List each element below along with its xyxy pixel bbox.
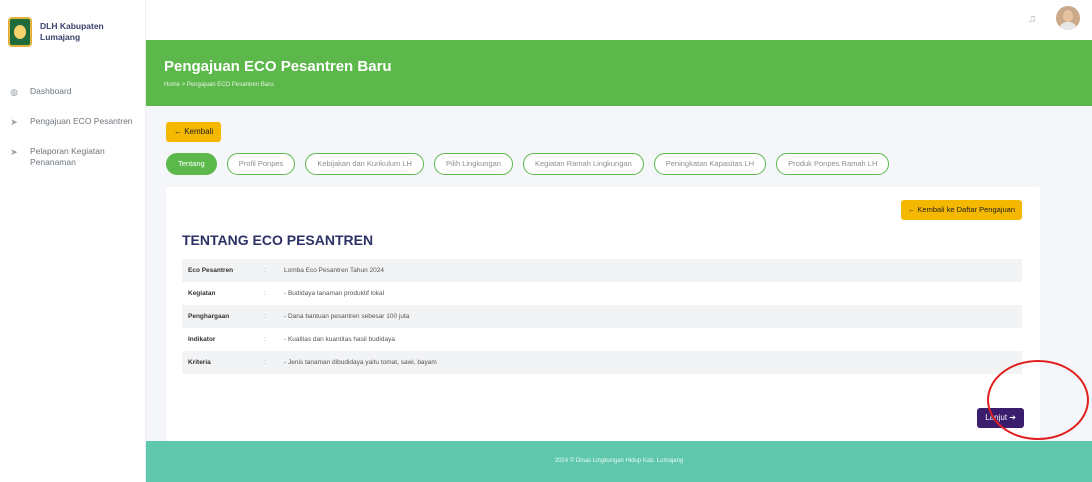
sidebar-nav: ◍ Dashboard ➤ Pengajuan ECO Pesantren ➤ …: [0, 80, 145, 174]
content-card: ← Kembali ke Daftar Pengajuan TENTANG EC…: [166, 187, 1040, 441]
row-separator: :: [264, 359, 266, 366]
sidebar-item-pengajuan[interactable]: ➤ Pengajuan ECO Pesantren: [0, 110, 145, 134]
tab-pilih-lingkungan[interactable]: Pilih Lingkungan: [433, 153, 513, 175]
send-icon: ➤: [10, 117, 18, 127]
sidebar-item-dashboard[interactable]: ◍ Dashboard: [0, 80, 145, 104]
logo-icon: [8, 17, 32, 47]
brand[interactable]: DLH Kabupaten Lumajang: [0, 0, 145, 56]
tab-kegiatan-ramah-lingkungan[interactable]: Kegiatan Ramah Lingkungan: [523, 153, 644, 175]
highlight-circle: [987, 360, 1089, 440]
page-title: Pengajuan ECO Pesantren Baru: [164, 58, 392, 75]
table-row: Eco Pesantren : Lomba Eco Pesantren Tahu…: [182, 259, 1022, 282]
row-label: Eco Pesantren: [188, 267, 234, 274]
row-label: Kriteria: [188, 359, 211, 366]
brand-name: DLH Kabupaten Lumajang: [40, 21, 104, 43]
brand-line-1: DLH Kabupaten: [40, 21, 104, 31]
back-to-list-button[interactable]: ← Kembali ke Daftar Pengajuan: [900, 200, 1022, 220]
table-row: Penghargaan : - Dana bantuan pesantren s…: [182, 305, 1022, 328]
row-separator: :: [264, 267, 266, 274]
row-value: Lomba Eco Pesantren Tahun 2024: [284, 267, 384, 274]
sidebar-item-pelaporan[interactable]: ➤ Pelaporan Kegiatan Penanaman: [0, 140, 145, 174]
dashboard-icon: ◍: [10, 87, 18, 97]
sidebar-item-label: Dashboard: [30, 86, 72, 96]
table-row: Indikator : - Kualitas dan kuantitas has…: [182, 328, 1022, 351]
tab-produk-ponpes[interactable]: Produk Ponpes Ramah LH: [776, 153, 890, 175]
sidebar-item-label: Pelaporan Kegiatan Penanaman: [30, 146, 105, 167]
tab-bar: Tentang Profil Ponpes Kebijakan dan Kuri…: [166, 153, 899, 175]
row-label: Kegiatan: [188, 290, 216, 297]
footer: 2024 © Dinas Lingkungan Hidup Kab. Lumaj…: [146, 441, 1092, 482]
tab-profil-ponpes[interactable]: Profil Ponpes: [226, 153, 296, 175]
back-button[interactable]: ← Kembali: [166, 122, 222, 142]
table-row: Kegiatan : - Budidaya tanaman produktif …: [182, 282, 1022, 305]
row-value: - Jenis tanaman dibudidaya yaitu tomat, …: [284, 359, 437, 366]
info-table: Eco Pesantren : Lomba Eco Pesantren Tahu…: [182, 259, 1022, 374]
row-value: - Budidaya tanaman produktif lokal: [284, 290, 385, 297]
avatar[interactable]: [1056, 6, 1080, 30]
row-value: - Dana bantuan pesantren sebesar 100 jut…: [284, 313, 410, 320]
section-title: TENTANG ECO PESANTREN: [182, 232, 374, 248]
footer-text: 2024 © Dinas Lingkungan Hidup Kab. Lumaj…: [554, 458, 684, 464]
tab-peningkatan-kapasitas[interactable]: Peningkatan Kapasitas LH: [653, 153, 767, 175]
breadcrumb[interactable]: Home > Pengajuan ECO Pesantren Baru: [164, 82, 1074, 88]
sidebar-item-label: Pengajuan ECO Pesantren: [30, 116, 133, 126]
topbar: ♫: [146, 0, 1092, 40]
sidebar: DLH Kabupaten Lumajang ◍ Dashboard ➤ Pen…: [0, 0, 146, 482]
bell-icon[interactable]: ♫: [1026, 13, 1038, 25]
tab-tentang[interactable]: Tentang: [166, 153, 217, 175]
table-row: Kriteria : - Jenis tanaman dibudidaya ya…: [182, 351, 1022, 374]
row-separator: :: [264, 313, 266, 320]
row-separator: :: [264, 290, 266, 297]
tab-kebijakan-kurikulum[interactable]: Kebijakan dan Kurikulum LH: [305, 153, 424, 175]
row-value: - Kualitas dan kuantitas hasil budidaya: [284, 336, 395, 343]
row-label: Penghargaan: [188, 313, 230, 320]
row-separator: :: [264, 336, 266, 343]
page-header: Pengajuan ECO Pesantren Baru Home > Peng…: [146, 40, 1092, 106]
send-icon: ➤: [10, 147, 18, 157]
row-label: Indikator: [188, 336, 216, 343]
brand-line-2: Lumajang: [40, 32, 81, 42]
